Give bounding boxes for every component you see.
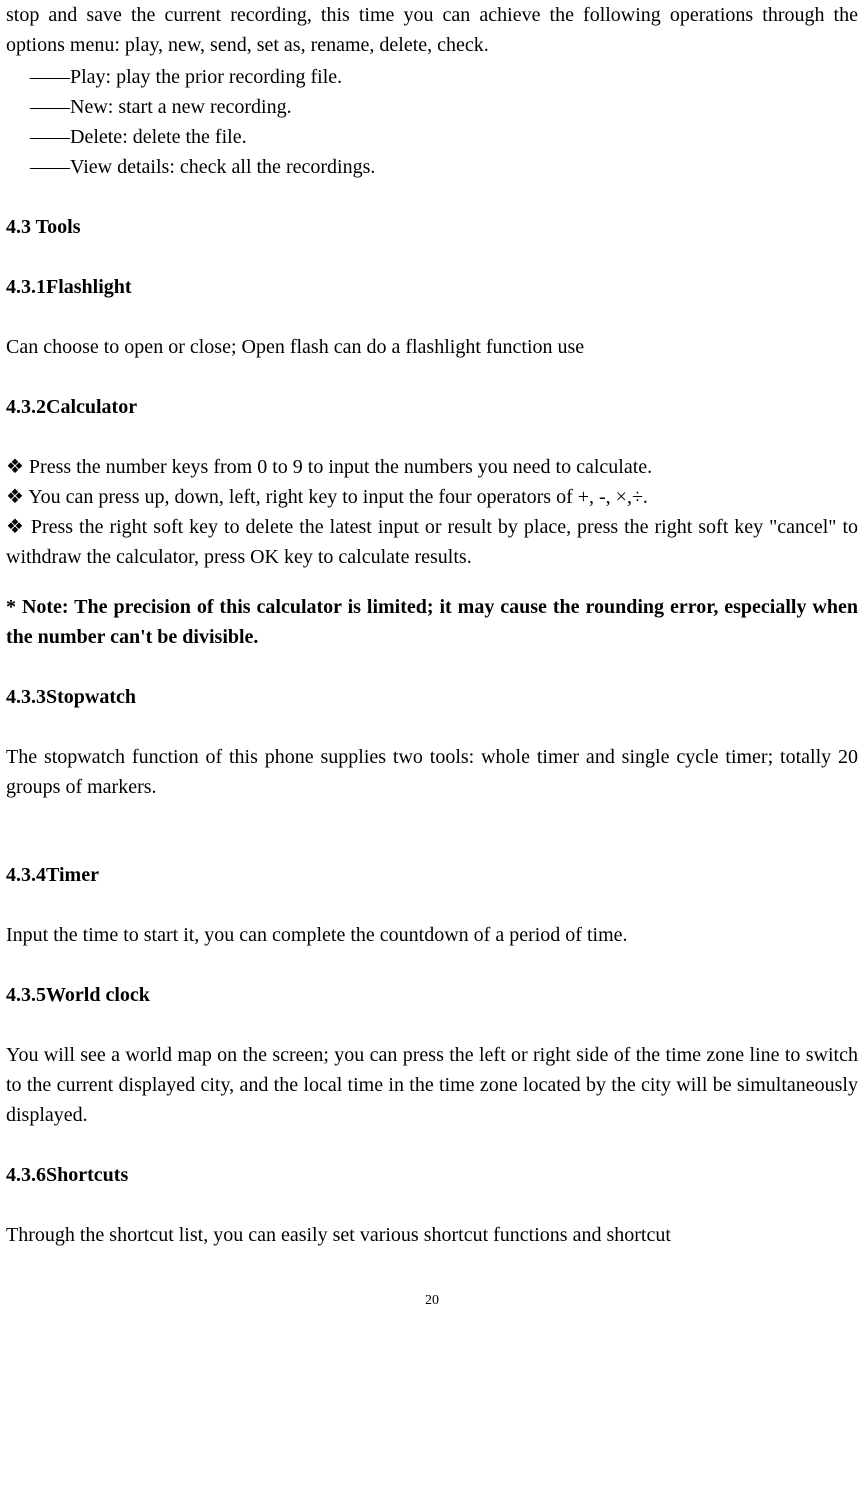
bullet-view-details: ——View details: check all the recordings… bbox=[30, 152, 858, 182]
bullet-new: ——New: start a new recording. bbox=[30, 92, 858, 122]
calc-line-3: ❖ Press the right soft key to delete the… bbox=[6, 512, 858, 572]
heading-4-3-3-stopwatch: 4.3.3Stopwatch bbox=[6, 682, 858, 712]
heading-4-3-2-calculator: 4.3.2Calculator bbox=[6, 392, 858, 422]
document-page: stop and save the current recording, thi… bbox=[6, 0, 858, 1311]
flashlight-paragraph: Can choose to open or close; Open flash … bbox=[6, 332, 858, 362]
bullet-play: ——Play: play the prior recording file. bbox=[30, 62, 858, 92]
shortcuts-paragraph: Through the shortcut list, you can easil… bbox=[6, 1220, 858, 1250]
world-clock-paragraph: You will see a world map on the screen; … bbox=[6, 1040, 858, 1130]
heading-4-3-6-shortcuts: 4.3.6Shortcuts bbox=[6, 1160, 858, 1190]
calc-line-2: ❖ You can press up, down, left, right ke… bbox=[6, 482, 858, 512]
spacer bbox=[6, 804, 858, 830]
bullet-delete: ——Delete: delete the file. bbox=[30, 122, 858, 152]
heading-4-3-tools: 4.3 Tools bbox=[6, 212, 858, 242]
heading-4-3-4-timer: 4.3.4Timer bbox=[6, 860, 858, 890]
heading-4-3-5-world-clock: 4.3.5World clock bbox=[6, 980, 858, 1010]
intro-paragraph: stop and save the current recording, thi… bbox=[6, 0, 858, 60]
heading-4-3-1-flashlight: 4.3.1Flashlight bbox=[6, 272, 858, 302]
calc-note: * Note: The precision of this calculator… bbox=[6, 592, 858, 652]
calc-line-1: ❖ Press the number keys from 0 to 9 to i… bbox=[6, 452, 858, 482]
stopwatch-paragraph: The stopwatch function of this phone sup… bbox=[6, 742, 858, 802]
page-number: 20 bbox=[6, 1290, 858, 1311]
timer-paragraph: Input the time to start it, you can comp… bbox=[6, 920, 858, 950]
